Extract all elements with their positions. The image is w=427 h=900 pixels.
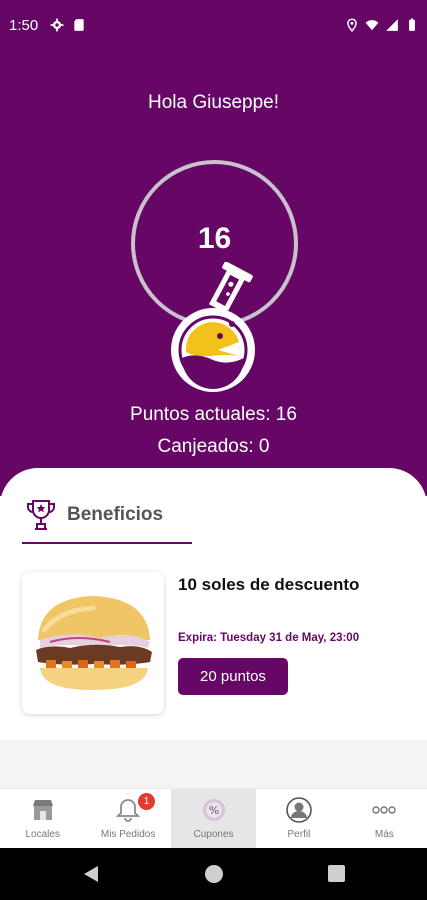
- redeem-points-button[interactable]: 20 puntos: [178, 658, 288, 695]
- benefits-title: Beneficios: [67, 504, 164, 525]
- nav-label-mis-pedidos: Mis Pedidos: [100, 829, 156, 840]
- nav-item-mas[interactable]: Más: [342, 789, 427, 848]
- signal-icon: [386, 19, 398, 31]
- nav-item-cupones[interactable]: % Cupones: [170, 789, 257, 848]
- recents-icon[interactable]: [328, 865, 345, 882]
- back-icon[interactable]: [82, 864, 100, 884]
- svg-text:%: %: [208, 804, 218, 817]
- system-nav-bar: [0, 848, 427, 900]
- coupon-image-card[interactable]: [22, 572, 164, 714]
- content-footer-strip: [0, 740, 427, 788]
- nav-label-locales: Locales: [25, 829, 60, 840]
- nav-label-cupones: Cupones: [193, 829, 234, 840]
- wifi-icon: [365, 20, 379, 31]
- store-icon: [32, 800, 53, 820]
- status-bar: 1:50: [0, 0, 427, 56]
- greeting: Hola Giuseppe!: [148, 92, 279, 113]
- current-points-label: Puntos actuales: 16: [130, 404, 297, 425]
- more-icon: [372, 806, 397, 814]
- nav-item-perfil[interactable]: Perfil: [256, 789, 341, 848]
- coupon-icon: %: [202, 799, 225, 821]
- orders-badge: 1: [138, 793, 155, 810]
- points-value: 16: [197, 222, 232, 255]
- points-hero: Hola Giuseppe! 16 Puntos actuales: 16 Ca…: [0, 56, 427, 496]
- nav-item-mis-pedidos[interactable]: Mis Pedidos: [85, 789, 170, 848]
- status-time: 1:50: [9, 17, 39, 34]
- nav-item-locales[interactable]: Locales: [0, 789, 85, 848]
- gear-icon: [50, 18, 64, 32]
- bottom-nav: Locales Mis Pedidos % Cupones Perfil Más: [0, 788, 427, 848]
- coupon-title: 10 soles de descuento: [178, 575, 360, 594]
- home-icon[interactable]: [205, 865, 223, 883]
- nav-label-mas: Más: [374, 829, 394, 840]
- location-icon: [347, 18, 357, 32]
- trophy-icon: [27, 500, 55, 530]
- sd-card-icon: [74, 19, 84, 31]
- redeemed-label: Canjeados: 0: [157, 436, 270, 457]
- battery-icon: [409, 18, 415, 31]
- coupon-expiry: Expira: Tuesday 31 de May, 23:00: [178, 632, 360, 644]
- tab-benefits[interactable]: Beneficios: [22, 496, 192, 544]
- person-icon: [286, 797, 312, 823]
- nav-label-perfil: Perfil: [287, 829, 311, 840]
- flask-mascot-icon: [171, 262, 255, 392]
- burger-image: [36, 596, 152, 690]
